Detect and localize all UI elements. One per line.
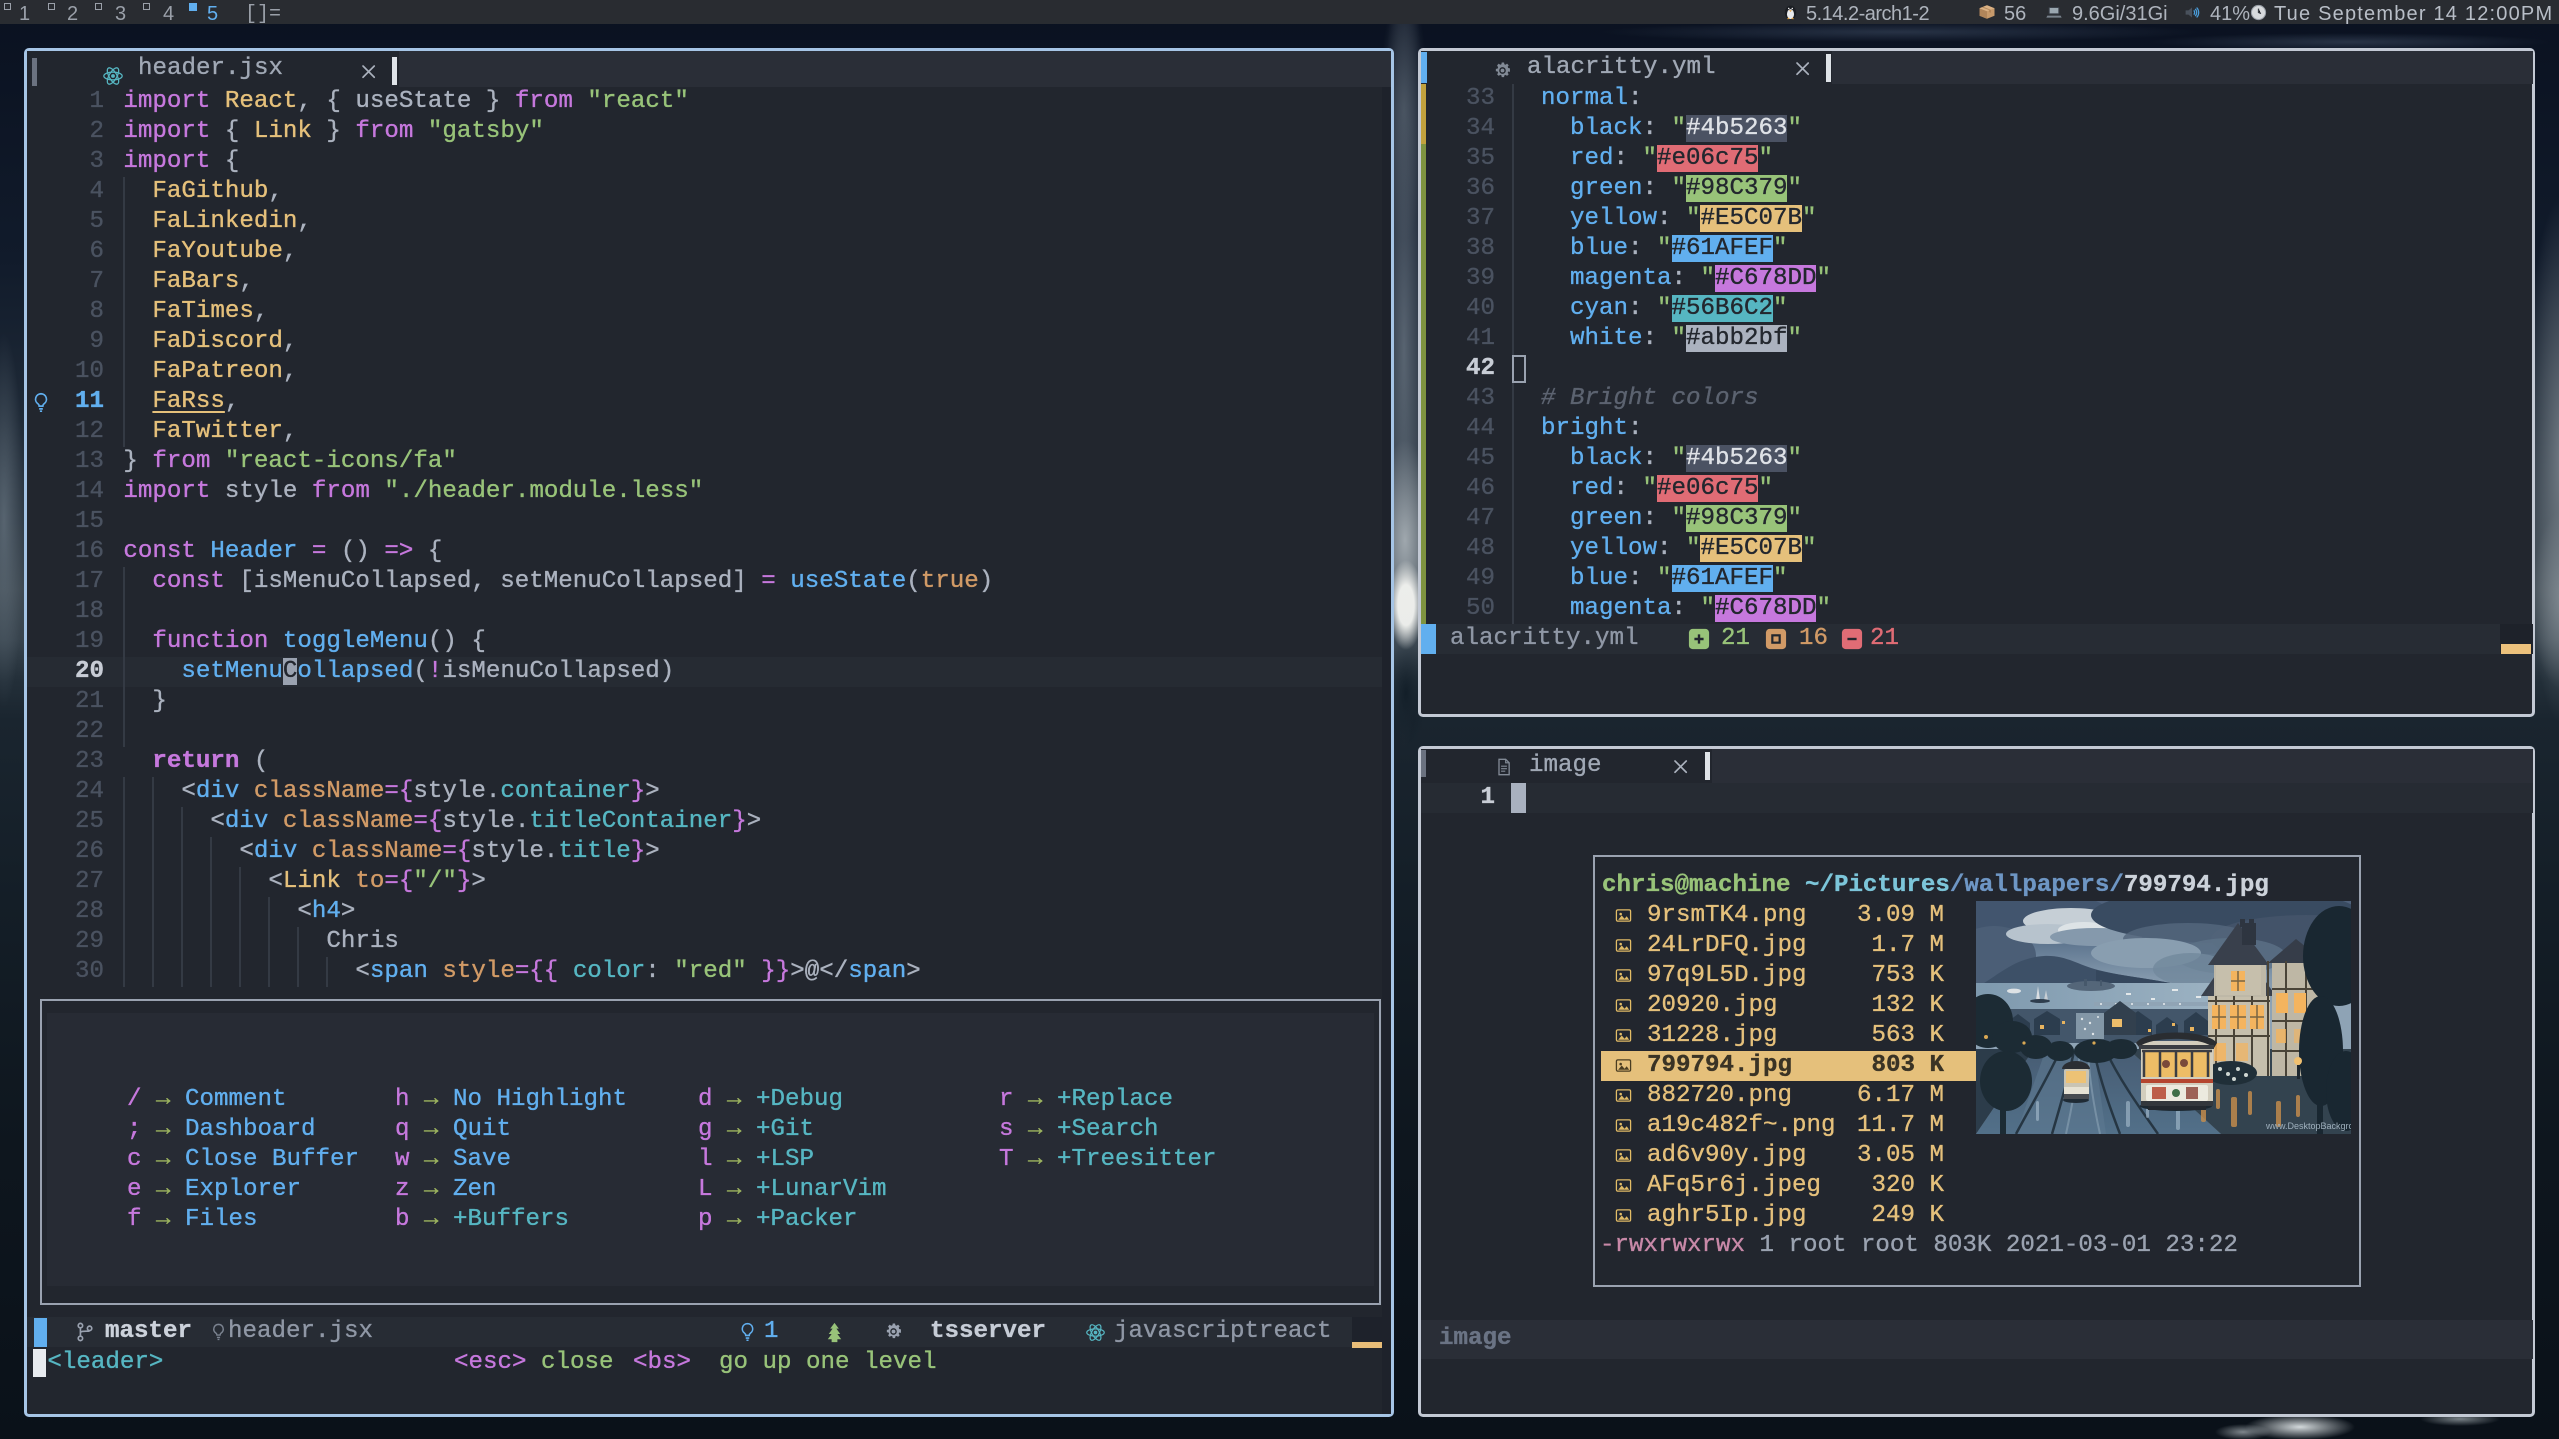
svg-text:www.DesktopBackground.org: www.DesktopBackground.org xyxy=(2265,1121,2351,1131)
